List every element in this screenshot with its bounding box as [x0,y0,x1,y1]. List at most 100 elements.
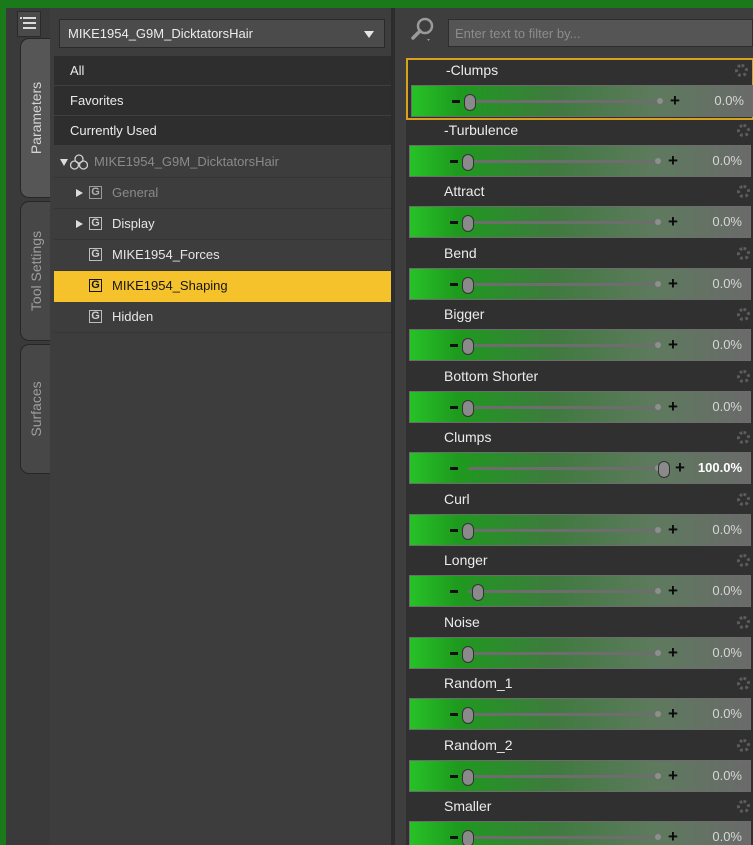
parameter-row[interactable]: -Turbulence +0.0% [406,119,753,182]
parameter-slider[interactable]: +0.0% [409,513,751,546]
gear-icon[interactable] [737,369,750,383]
gear-icon[interactable] [737,738,750,752]
gear-icon[interactable] [737,800,750,813]
plus-icon[interactable]: + [668,92,682,110]
slider-track[interactable] [468,342,661,348]
parameter-slider[interactable]: +0.0% [411,85,753,117]
node-selector-dropdown[interactable]: MIKE1954_G9M_DicktatorsHair [59,19,385,48]
tab-surfaces[interactable]: Surfaces [20,344,50,474]
parameter-slider[interactable]: +0.0% [409,329,751,361]
pane-menu-icon[interactable] [17,11,41,37]
gear-icon[interactable] [737,677,750,690]
slider-knob[interactable] [462,707,474,724]
plus-icon[interactable]: + [666,151,680,170]
gear-icon[interactable] [735,64,748,77]
plus-icon[interactable]: + [666,274,680,293]
minus-icon[interactable] [450,774,458,778]
parameter-row[interactable]: Bigger +0.0% [406,304,753,366]
nav-item-all[interactable]: All [54,56,391,86]
parameter-slider[interactable]: +0.0% [409,759,751,792]
parameter-value[interactable]: 0.0% [712,768,742,783]
parameter-slider[interactable]: +100.0% [409,452,751,484]
parameter-row[interactable]: Clumps +100.0% [406,427,753,489]
minus-icon[interactable] [450,344,458,347]
parameter-slider[interactable]: +0.0% [409,575,751,607]
slider-track[interactable] [468,588,661,594]
parameter-value[interactable]: 0.0% [712,706,742,721]
minus-icon[interactable] [450,282,458,286]
plus-icon[interactable]: + [666,643,680,662]
parameter-slider[interactable]: +0.0% [409,267,751,300]
parameter-value[interactable]: 0.0% [712,522,742,537]
minus-icon[interactable] [450,405,458,409]
plus-icon[interactable]: + [666,397,680,416]
parameter-slider[interactable]: +0.0% [409,636,751,669]
gear-icon[interactable] [737,308,750,321]
slider-track[interactable] [468,465,661,471]
parameter-row[interactable]: Random_1 +0.0% [406,673,753,735]
parameter-row[interactable]: Longer +0.0% [406,550,753,612]
filter-input[interactable] [448,19,753,47]
slider-track[interactable] [468,649,661,656]
minus-icon[interactable] [450,651,458,655]
slider-knob[interactable] [658,461,670,478]
parameter-row[interactable]: Noise +0.0% [406,611,753,674]
minus-icon[interactable] [450,221,458,224]
slider-knob[interactable] [462,768,474,786]
plus-icon[interactable]: + [666,828,680,845]
tree-group-general[interactable]: G General [54,178,391,209]
plus-icon[interactable]: + [666,520,680,539]
parameter-slider[interactable]: +0.0% [409,390,751,423]
gear-icon[interactable] [737,185,750,198]
slider-track[interactable] [468,157,661,164]
plus-icon[interactable]: + [666,213,680,231]
slider-track[interactable] [468,711,661,717]
parameter-value[interactable]: 0.0% [712,276,742,291]
plus-icon[interactable]: + [666,336,680,354]
slider-track[interactable] [468,403,661,410]
slider-knob[interactable] [471,584,484,601]
plus-icon[interactable]: + [666,705,680,723]
parameter-row[interactable]: Bend +0.0% [406,242,753,305]
slider-knob[interactable] [462,153,474,171]
slider-knob[interactable] [462,215,474,232]
slider-knob[interactable] [462,830,474,845]
expand-arrow-icon[interactable] [60,159,68,166]
tree-group-hidden[interactable]: G Hidden [54,302,391,333]
parameter-value[interactable]: 100.0% [698,460,742,475]
slider-knob[interactable] [462,338,474,355]
slider-knob[interactable] [464,94,476,111]
gear-icon[interactable] [737,615,750,629]
minus-icon[interactable] [450,528,458,532]
gear-icon[interactable] [737,554,750,567]
plus-icon[interactable]: + [666,766,680,785]
parameter-value[interactable]: 0.0% [712,399,742,414]
minus-icon[interactable] [450,836,458,839]
gear-icon[interactable] [737,492,750,506]
parameter-row[interactable]: -Clumps +0.0% [406,58,753,120]
nav-item-favorites[interactable]: Favorites [54,86,391,116]
parameter-slider[interactable]: +0.0% [409,821,751,845]
slider-knob[interactable] [462,522,474,540]
slider-knob[interactable] [462,276,474,294]
parameter-slider[interactable]: +0.0% [409,206,751,238]
slider-track[interactable] [468,834,661,840]
gear-icon[interactable] [737,246,750,260]
tree-group-shaping[interactable]: G MIKE1954_Shaping [54,271,391,302]
parameter-slider[interactable]: +0.0% [409,144,751,177]
tree-group-forces[interactable]: G MIKE1954_Forces [54,240,391,271]
slider-knob[interactable] [462,399,474,417]
expand-arrow-icon[interactable] [76,220,83,228]
plus-icon[interactable]: + [666,582,680,600]
slider-track[interactable] [468,219,661,225]
parameter-row[interactable]: Attract +0.0% [406,181,753,243]
tree-root-node[interactable]: MIKE1954_G9M_DicktatorsHair [54,147,391,178]
slider-track[interactable] [468,526,661,533]
minus-icon[interactable] [450,713,458,716]
parameter-value[interactable]: 0.0% [714,93,744,108]
gear-icon[interactable] [737,431,750,444]
minus-icon[interactable] [452,100,460,103]
parameter-row[interactable]: Smaller +0.0% [406,796,753,845]
slider-track[interactable] [468,280,661,287]
parameter-row[interactable]: Curl +0.0% [406,488,753,551]
